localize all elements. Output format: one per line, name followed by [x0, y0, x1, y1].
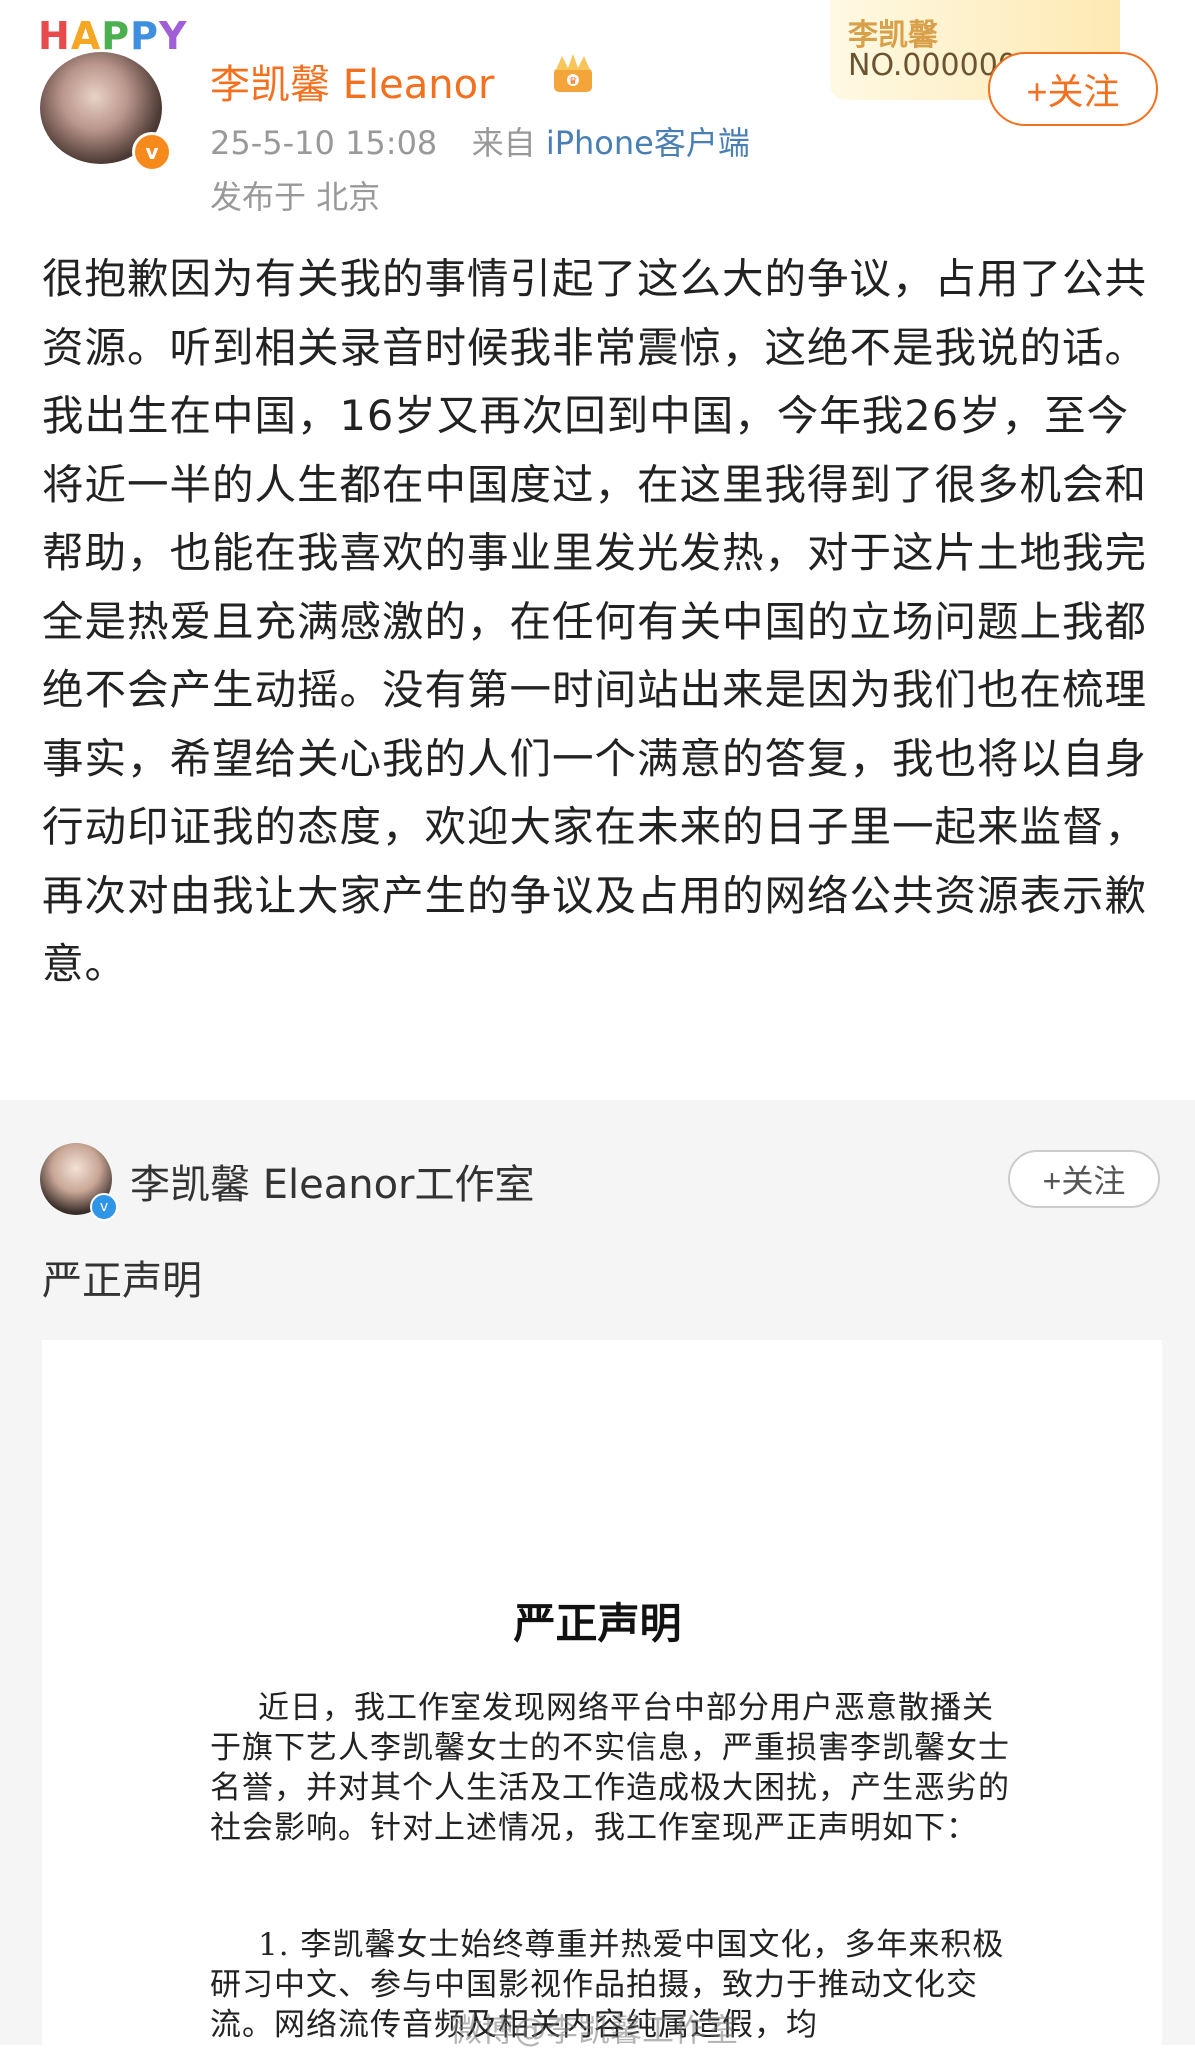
user-name[interactable]: 李凯馨 Eleanor: [210, 52, 495, 110]
repost-follow-button[interactable]: +关注: [1008, 1150, 1160, 1208]
document-paragraph-1-text: 近日，我工作室发现网络平台中部分用户恶意散播关于旗下艺人李凯馨女士的不实信息，严…: [210, 1690, 1010, 1846]
follow-button[interactable]: +关注: [988, 52, 1158, 126]
svg-text:♛: ♛: [569, 76, 578, 87]
document-paragraph-1: 近日，我工作室发现网络平台中部分用户恶意散播关于旗下艺人李凯馨女士的不实信息，严…: [210, 1688, 1010, 1848]
post-body-text: 很抱歉因为有关我的事情引起了这么大的争议，占用了公共资源。听到相关录音时候我非常…: [42, 254, 1148, 988]
repost-text: 严正声明: [42, 1258, 202, 1304]
post-source-client[interactable]: iPhone客户端: [546, 124, 750, 162]
post-location: 发布于 北京: [210, 178, 381, 216]
document-title: 严正声明: [513, 1599, 682, 1648]
post-meta: 25-5-10 15:08 来自 iPhone客户端: [210, 118, 750, 164]
repost-verified-icon: v: [90, 1193, 118, 1221]
avatar-happy-decoration: HAPPY: [38, 14, 188, 58]
post-timestamp: 25-5-10 15:08: [210, 124, 438, 162]
crown-icon: ♛: [554, 54, 592, 92]
weibo-watermark: 微博@李凯馨工作室: [450, 2011, 739, 2049]
verified-badge-icon: v: [132, 132, 172, 172]
repost-user-name[interactable]: 李凯馨 Eleanor工作室: [130, 1152, 535, 1210]
post-source-prefix: 来自: [471, 124, 536, 162]
